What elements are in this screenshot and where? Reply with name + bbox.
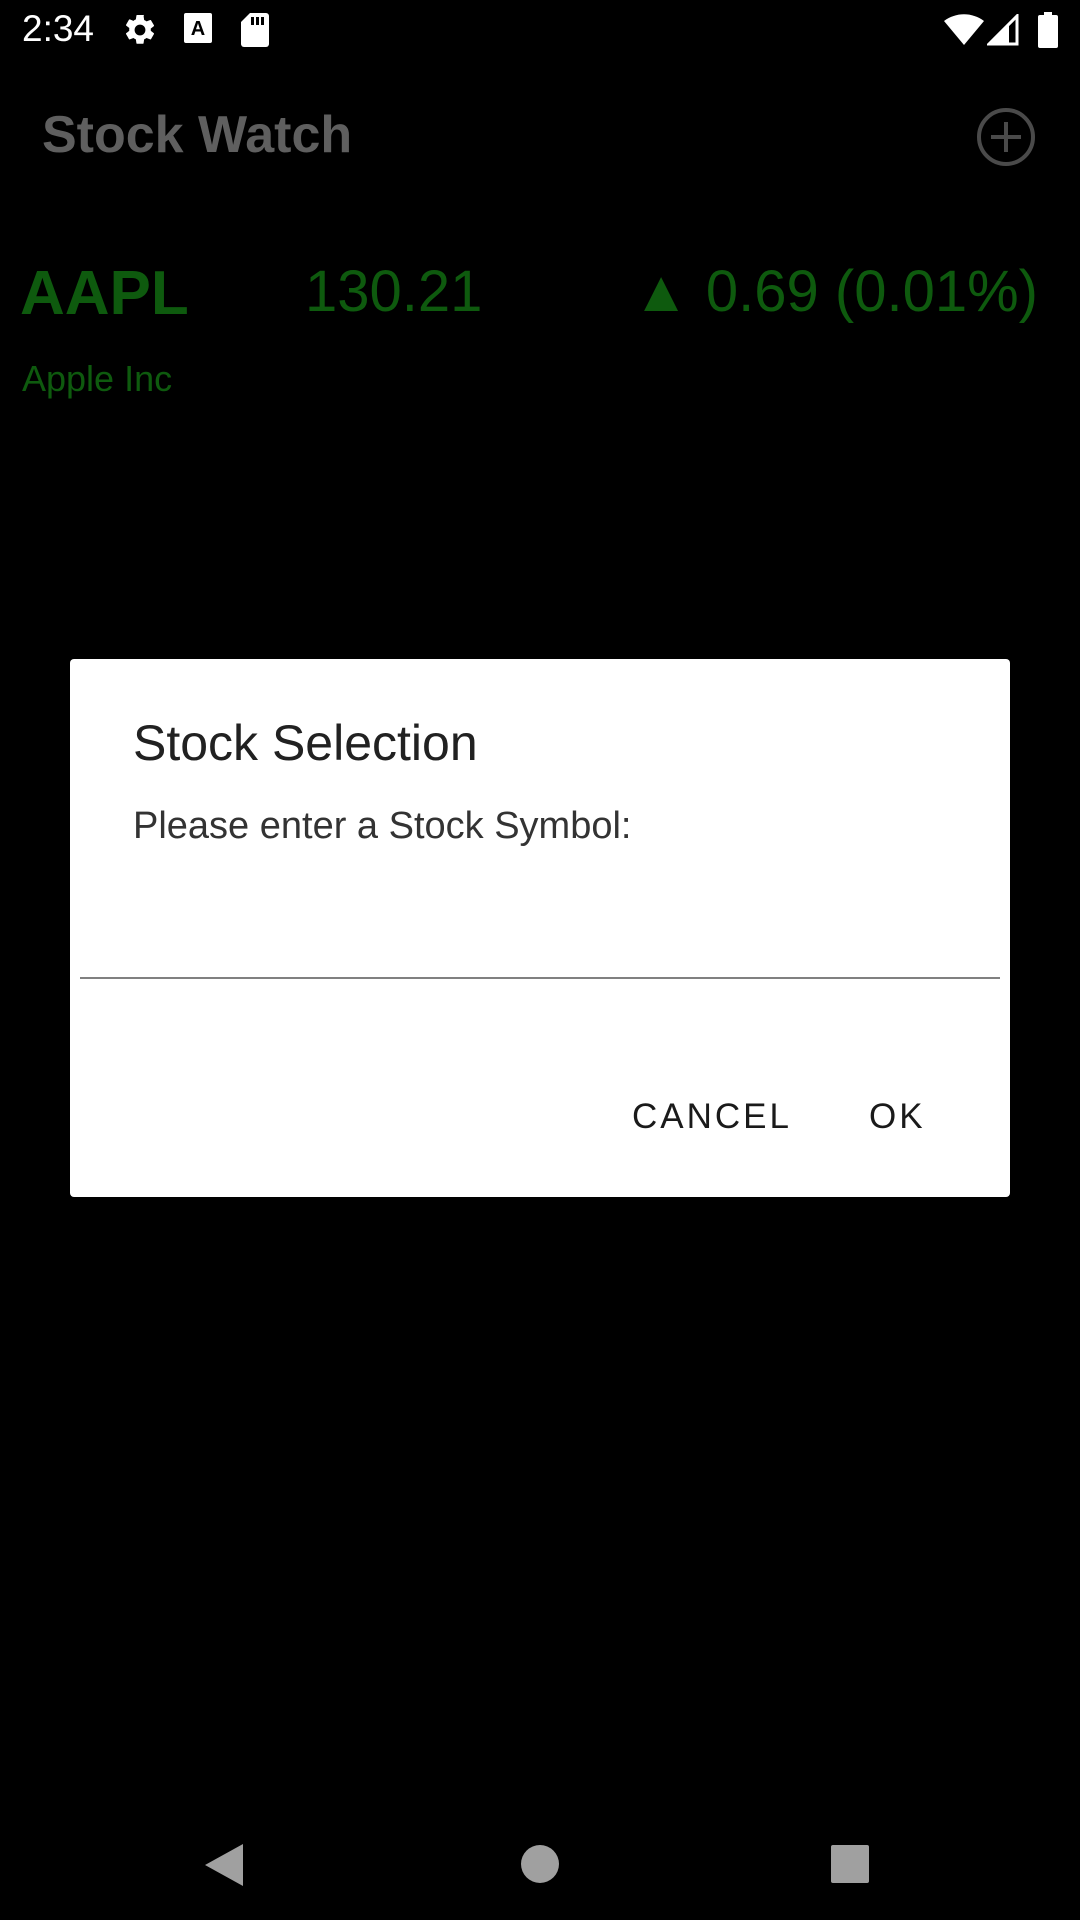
sd-card-icon bbox=[240, 12, 270, 53]
status-bar: 2:34 A bbox=[0, 0, 1080, 63]
stock-symbol: AAPL bbox=[20, 259, 189, 328]
stock-list-item[interactable]: AAPL 130.21 ▲ 0.69 (0.01%) Apple Inc bbox=[0, 258, 1080, 418]
home-icon[interactable] bbox=[519, 1843, 561, 1890]
stock-symbol-input[interactable] bbox=[80, 889, 1000, 979]
status-time: 2:34 bbox=[22, 8, 95, 49]
back-icon[interactable] bbox=[203, 1842, 245, 1893]
wifi-icon bbox=[944, 14, 984, 51]
settings-icon bbox=[122, 12, 158, 53]
ok-button[interactable]: OK bbox=[869, 1087, 926, 1147]
app-title: Stock Watch bbox=[42, 106, 353, 164]
signal-icon bbox=[985, 12, 1019, 51]
navigation-bar bbox=[0, 1812, 1080, 1920]
stock-price: 130.21 bbox=[305, 259, 483, 324]
keyboard-a-icon: A bbox=[183, 12, 213, 51]
stock-selection-dialog: Stock Selection Please enter a Stock Sym… bbox=[70, 659, 1010, 1197]
battery-icon bbox=[1038, 12, 1058, 53]
recents-icon[interactable] bbox=[830, 1844, 870, 1889]
dialog-message: Please enter a Stock Symbol: bbox=[133, 805, 632, 847]
screen: 2:34 A Stock Watch AAPL 130.21 ▲ 0.69 (0… bbox=[0, 0, 1080, 1920]
stock-company-name: Apple Inc bbox=[22, 358, 173, 399]
svg-text:A: A bbox=[191, 18, 205, 40]
cancel-button[interactable]: CANCEL bbox=[632, 1087, 792, 1147]
add-circle-icon[interactable] bbox=[975, 106, 1037, 168]
stock-change: ▲ 0.69 (0.01%) bbox=[632, 259, 1038, 324]
dialog-title: Stock Selection bbox=[133, 715, 478, 771]
app-bar: Stock Watch bbox=[0, 63, 1080, 210]
